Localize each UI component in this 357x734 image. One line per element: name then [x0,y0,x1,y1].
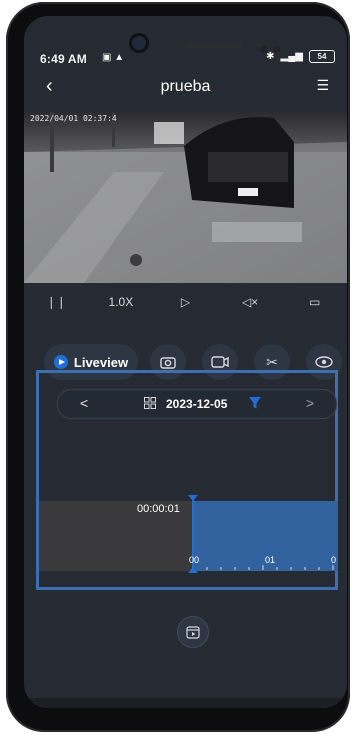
video-controls: ❘❘ 1.0X ▷ ◁× ▭ [24,284,347,320]
speed-button[interactable]: 1.0X [101,295,141,309]
video-timestamp: 2022/04/01 02:37:4 [30,114,117,123]
camera-icon [160,357,176,369]
calendar-play-icon [186,626,200,639]
eye-icon [315,356,333,368]
status-icons: ✱ ▂▄▆ 54 [266,50,335,63]
playback-calendar-button[interactable] [177,616,209,648]
status-bar: 6:49 AM ▣ ▲ ✱ ▂▄▆ 54 [24,16,347,68]
scale-ticks [206,565,334,570]
video-record-icon [211,356,229,368]
page-title: prueba [160,78,211,95]
bottom-bar [24,698,347,708]
date-navigator: < 2023-12-05 > [57,389,337,419]
timeline-scale: 00 01 0 [189,551,338,571]
scissors-icon: ✂ [266,353,278,370]
status-time: 6:49 AM [40,52,87,66]
list-menu-icon[interactable]: ☰ [316,78,329,94]
signal-icon: ▂▄▆ [280,51,303,62]
calendar-grid-icon[interactable] [144,397,156,409]
pause-icon[interactable]: ❘❘ [36,295,76,309]
playback-timeline: < 2023-12-05 > 00:00:01 00 01 0 [36,370,338,590]
app-screen: 6:49 AM ▣ ▲ ✱ ▂▄▆ 54 ‹ prueba ☰ 2022/04/… [24,16,347,708]
play-icon[interactable]: ▷ [165,295,205,309]
video-frame [24,112,347,283]
cursor-time: 00:00:01 [137,503,180,515]
bluetooth-icon: ✱ [266,51,275,62]
phone-frame: 6:49 AM ▣ ▲ ✱ ▂▄▆ 54 ‹ prueba ☰ 2022/04/… [6,2,350,732]
filter-icon[interactable] [248,396,262,410]
mute-icon[interactable]: ◁× [230,295,270,309]
playhead-marker-top [188,495,198,501]
prev-day-button[interactable]: < [80,395,88,411]
liveview-label: Liveview [73,354,129,370]
notification-icons: ▣ ▲ [102,52,125,63]
camera-video[interactable]: 2022/04/01 02:37:4 [24,112,347,283]
selected-date[interactable]: 2023-12-05 [166,397,227,411]
next-day-button[interactable]: > [306,395,314,411]
rotate-icon[interactable]: ▭ [295,295,335,309]
liveview-play-icon [53,355,68,369]
app-header: ‹ prueba ☰ [24,72,347,102]
battery-indicator: 54 [309,50,335,63]
